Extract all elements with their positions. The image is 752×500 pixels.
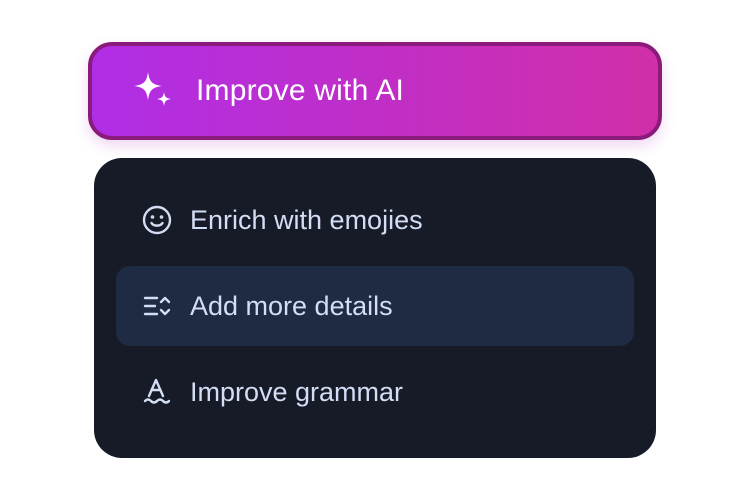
menu-item-label: Improve grammar [190, 376, 404, 407]
menu-item-improve-grammar[interactable]: Improve grammar [116, 352, 634, 432]
spellcheck-icon [140, 375, 174, 409]
menu-item-label: Add more details [190, 290, 393, 321]
menu-item-enrich-with-emojies[interactable]: Enrich with emojies [116, 180, 634, 260]
ai-options-menu: Enrich with emojies Add more details Imp… [94, 158, 656, 458]
menu-item-label: Enrich with emojies [190, 204, 423, 235]
improve-with-ai-button[interactable]: Improve with AI [88, 42, 662, 140]
improve-with-ai-label: Improve with AI [196, 74, 405, 107]
menu-item-add-more-details[interactable]: Add more details [116, 266, 634, 346]
expand-text-icon [140, 289, 174, 323]
sparkles-icon [130, 68, 176, 114]
smiley-face-icon [140, 203, 174, 237]
